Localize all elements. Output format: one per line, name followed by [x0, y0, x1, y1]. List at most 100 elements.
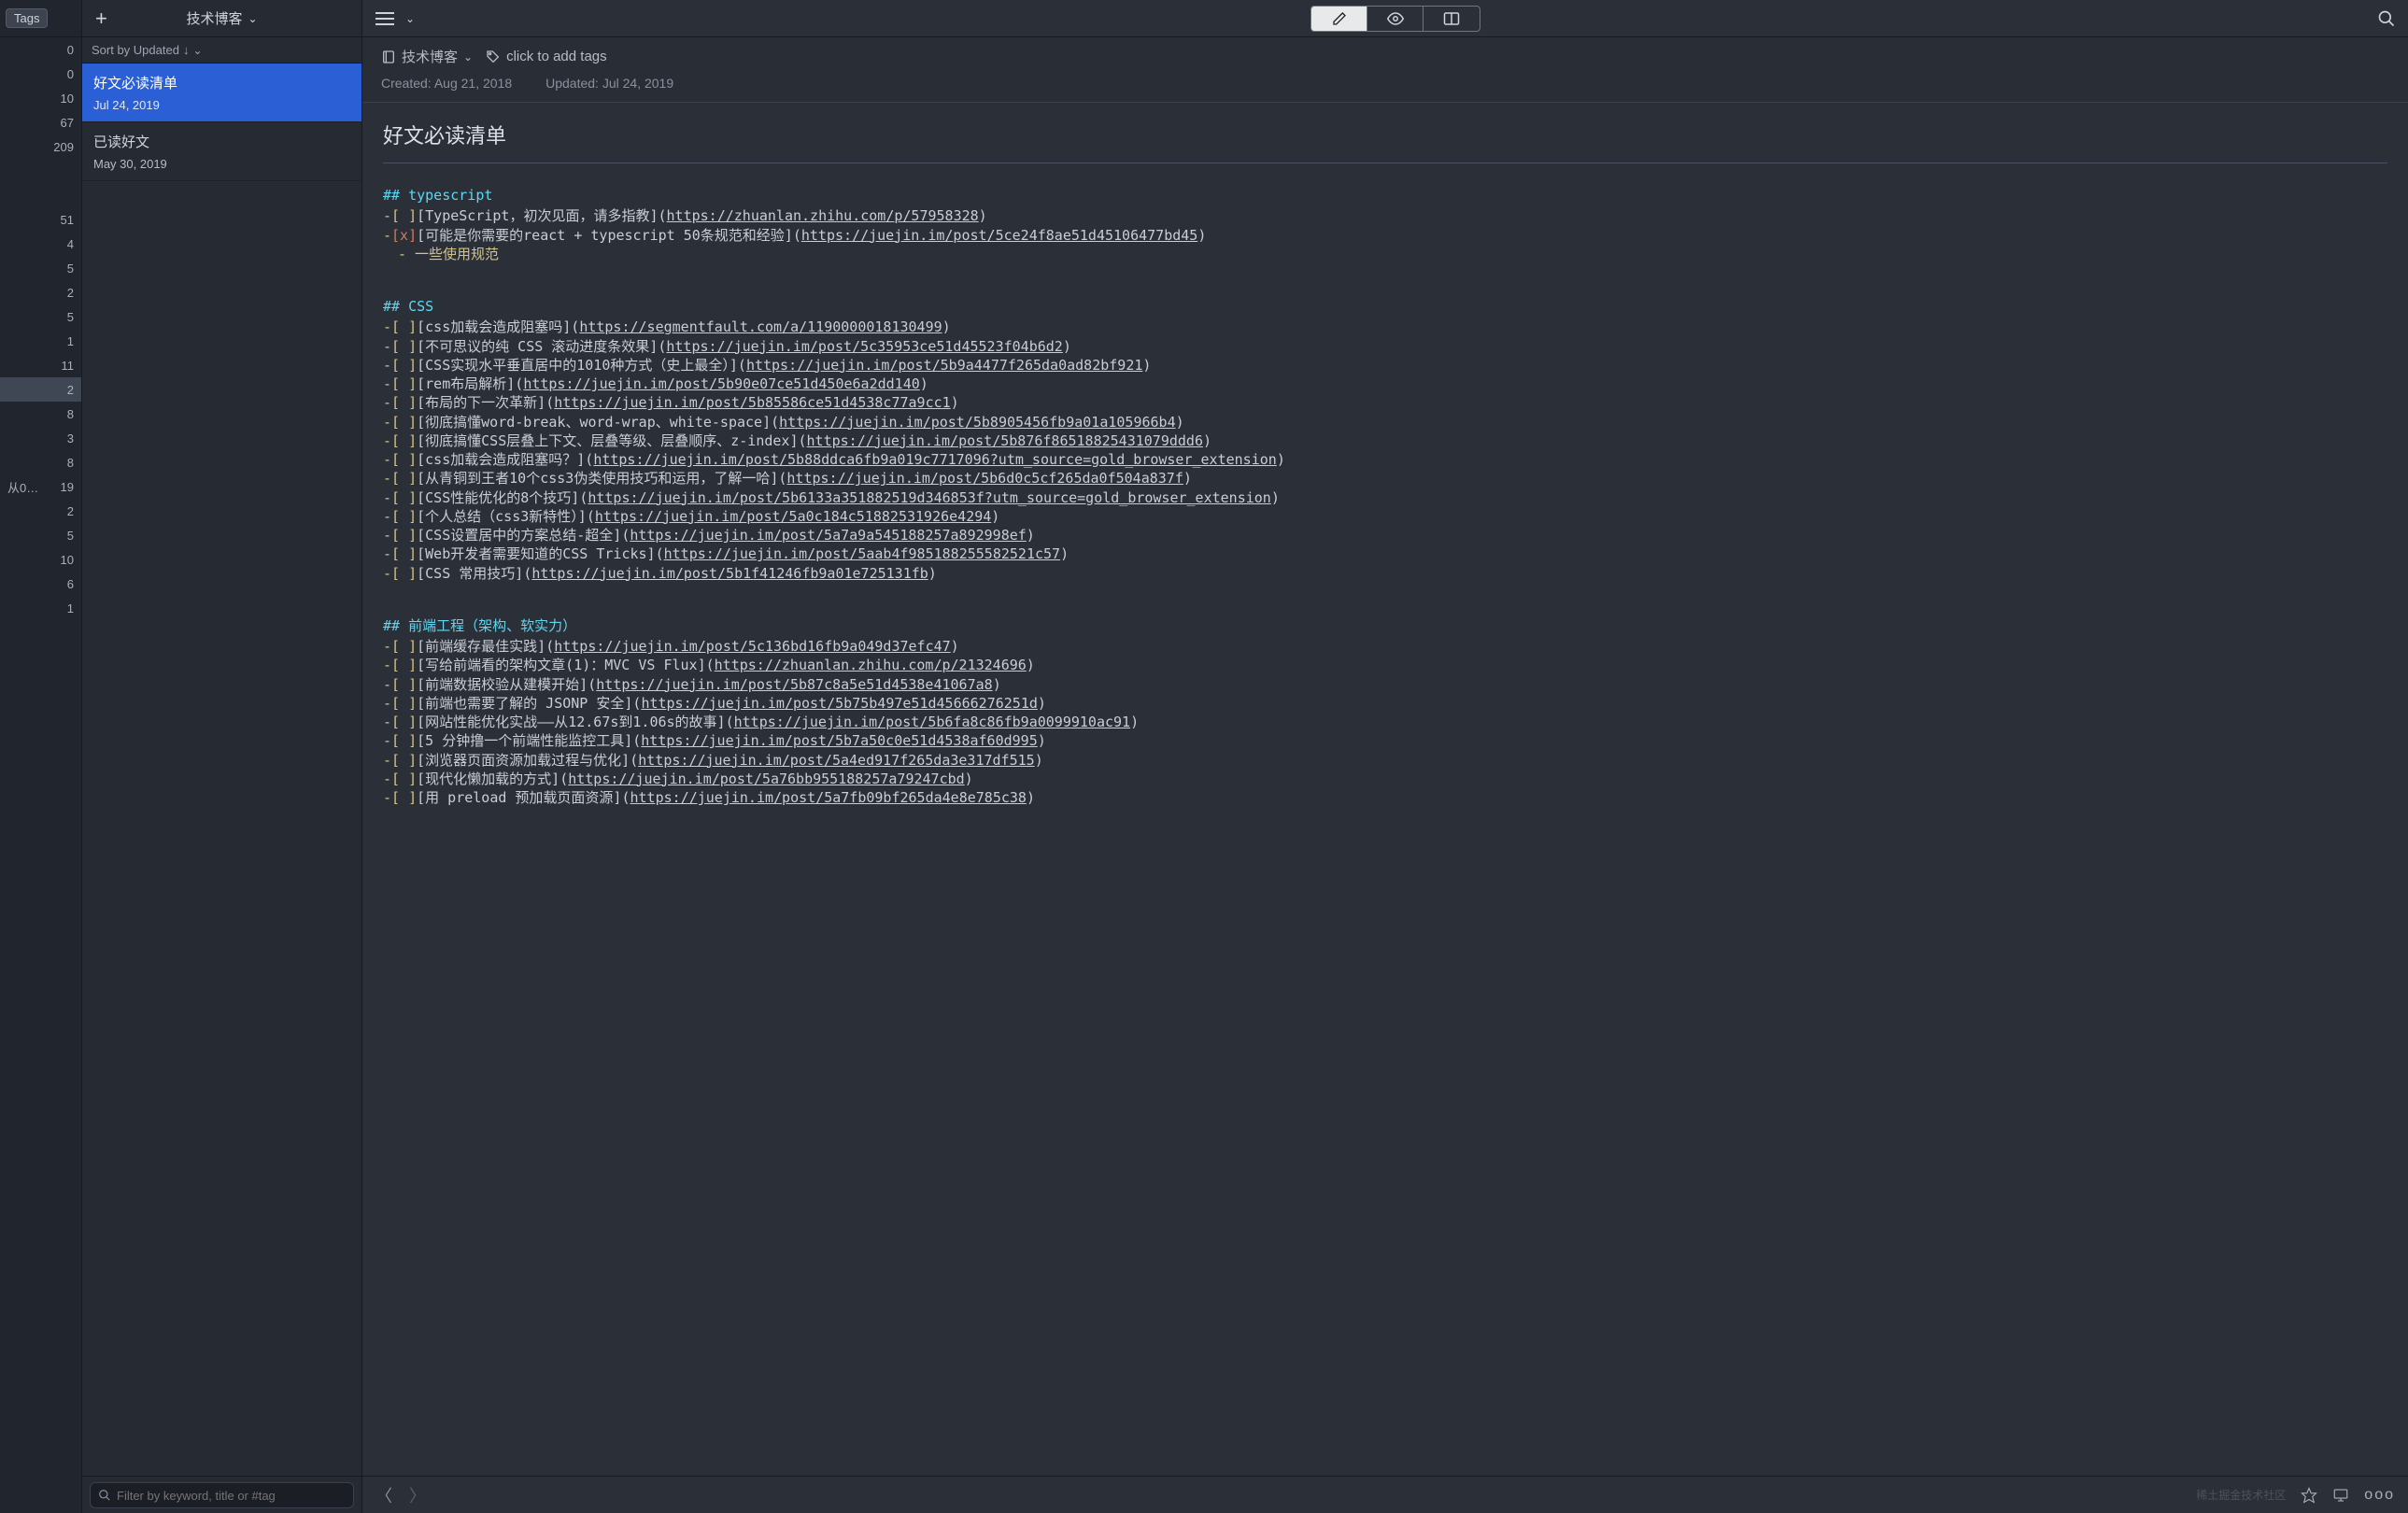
chevron-down-icon: ⌄ — [192, 44, 202, 57]
link[interactable]: https://juejin.im/post/5b6d0c5cf265da0f5… — [786, 469, 1183, 488]
created-label: Created: — [381, 76, 432, 91]
link[interactable]: https://juejin.im/post/5b8905456fb9a01a1… — [779, 413, 1175, 431]
tag-item[interactable]: 51 — [0, 207, 81, 232]
tag-item[interactable]: 8 — [0, 450, 81, 474]
link[interactable]: https://juejin.im/post/5a76bb955188257a7… — [568, 770, 964, 788]
link[interactable]: https://juejin.im/post/5b6fa8c86fb9a0099… — [734, 713, 1130, 731]
tag-count: 0 — [67, 67, 74, 81]
link[interactable]: https://juejin.im/post/5b87c8a5e51d4538e… — [596, 675, 992, 694]
link[interactable]: https://juejin.im/post/5b876f86518825431… — [807, 431, 1203, 450]
tag-item[interactable]: 1 — [0, 596, 81, 620]
tag-item[interactable]: 4 — [0, 232, 81, 256]
link[interactable]: https://segmentfault.com/a/1190000018130… — [579, 318, 942, 336]
tag-item[interactable]: 3 — [0, 426, 81, 450]
tag-item[interactable]: 8 — [0, 402, 81, 426]
markdown-indent: - 一些使用规范 — [383, 245, 2387, 263]
tag-item[interactable]: 1 — [0, 329, 81, 353]
markdown-list-item: - [ ] [css加载会造成阻塞吗](https://segmentfault… — [383, 318, 2387, 336]
markdown-list-item: - [ ] [个人总结（css3新特性）](https://juejin.im/… — [383, 507, 2387, 526]
link[interactable]: https://juejin.im/post/5c136bd16fb9a049d… — [554, 637, 950, 656]
view-mode-segmented — [1310, 6, 1480, 32]
sort-label: Sort by Updated — [92, 43, 179, 57]
note-item[interactable]: 已读好文May 30, 2019 — [82, 122, 361, 181]
link[interactable]: https://juejin.im/post/5a4ed917f265da3e3… — [638, 751, 1034, 770]
tag-count: 10 — [61, 553, 74, 567]
link[interactable]: https://juejin.im/post/5b6133a351882519d… — [588, 488, 1271, 507]
nav-back-button[interactable]: 〈 — [375, 1483, 392, 1507]
chevron-down-icon[interactable]: ⌄ — [248, 12, 257, 25]
tags-hint[interactable]: click to add tags — [486, 49, 607, 64]
tag-item[interactable]: 10 — [0, 86, 81, 110]
link[interactable]: https://juejin.im/post/5b1f41246fb9a01e7… — [531, 564, 928, 583]
tag-item[interactable]: 6 — [0, 572, 81, 596]
notebook-title[interactable]: 技术博客 — [186, 8, 242, 28]
tag-count: 2 — [67, 383, 74, 397]
markdown-list-item: - [ ] [前端也需要了解的 JSONP 安全](https://juejin… — [383, 694, 2387, 713]
sort-bar[interactable]: Sort by Updated ↓ ⌄ — [82, 37, 361, 64]
edit-mode-button[interactable] — [1311, 7, 1367, 31]
link[interactable]: https://juejin.im/post/5b75b497e51d45666… — [641, 694, 1037, 713]
tag-item[interactable]: 10 — [0, 547, 81, 572]
tag-item[interactable]: 5 — [0, 304, 81, 329]
link[interactable]: https://juejin.im/post/5b88ddca6fb9a019c… — [593, 450, 1277, 469]
preview-mode-button[interactable] — [1367, 7, 1424, 31]
editor-pane: ⌄ 技术博客 ⌄ — [362, 0, 2408, 1513]
markdown-list-item: - [x] [可能是你需要的react + typescript 50条规范和经… — [383, 226, 2387, 245]
tag-item[interactable]: 0 — [0, 62, 81, 86]
tag-count: 209 — [53, 140, 74, 154]
tag-item[interactable]: 从0到1...19 — [0, 474, 81, 499]
tags-header: Tags — [0, 0, 81, 37]
markdown-list-item: - [ ] [彻底搞懂CSS层叠上下文、层叠等级、层叠顺序、z-index](h… — [383, 431, 2387, 450]
search-icon[interactable] — [2376, 8, 2397, 29]
tag-item[interactable] — [0, 183, 81, 207]
markdown-list-item: - [ ] [浏览器页面资源加载过程与优化](https://juejin.im… — [383, 751, 2387, 770]
note-item[interactable]: 好文必读清单 Jul 24, 2019 — [82, 64, 361, 122]
tag-item[interactable]: 0 — [0, 37, 81, 62]
markdown-list-item: - [ ] [CSS实现水平垂直居中的1010种方式（史上最全）](https:… — [383, 356, 2387, 375]
link[interactable]: https://juejin.im/post/5b9a4477f265da0ad… — [746, 356, 1142, 375]
tag-count: 5 — [67, 262, 74, 276]
more-icon[interactable]: ooo — [2364, 1487, 2395, 1504]
link[interactable]: https://juejin.im/post/5b85586ce51d4538c… — [554, 393, 950, 412]
tag-item[interactable]: 11 — [0, 353, 81, 377]
filter-input[interactable] — [117, 1489, 346, 1503]
notebook-crumb[interactable]: 技术博客 ⌄ — [381, 47, 473, 66]
tag-item[interactable]: 5 — [0, 256, 81, 280]
watermark: 稀土掘金技术社区 — [2196, 1487, 2286, 1503]
markdown-list-item: - [ ] [不可思议的纯 CSS 滚动进度条效果](https://jueji… — [383, 337, 2387, 356]
chevron-down-icon[interactable]: ⌄ — [405, 12, 415, 25]
markdown-list-item: - [ ] [前端数据校验从建模开始](https://juejin.im/po… — [383, 675, 2387, 694]
tag-item[interactable]: 209 — [0, 134, 81, 159]
tag-item[interactable]: 2 — [0, 280, 81, 304]
link[interactable]: https://zhuanlan.zhihu.com/p/21324696 — [715, 656, 1027, 674]
link[interactable]: https://juejin.im/post/5a7fb09bf265da4e8… — [630, 788, 1027, 807]
tag-item[interactable]: 2 — [0, 499, 81, 523]
tag-item[interactable]: 5 — [0, 523, 81, 547]
link[interactable]: https://juejin.im/post/5a7a9a545188257a8… — [630, 526, 1026, 544]
link[interactable]: https://juejin.im/post/5b90e07ce51d450e6… — [523, 375, 919, 393]
link[interactable]: https://juejin.im/post/5b7a50c0e51d4538a… — [641, 731, 1037, 750]
link[interactable]: https://zhuanlan.zhihu.com/p/57958328 — [667, 206, 979, 225]
menu-icon[interactable] — [374, 8, 396, 29]
markdown-list-item: - [ ] [CSS 常用技巧](https://juejin.im/post/… — [383, 564, 2387, 583]
note-date: Jul 24, 2019 — [93, 98, 350, 112]
tag-item[interactable]: 2 — [0, 377, 81, 402]
note-title: 好文必读清单 — [93, 73, 350, 92]
chevron-down-icon: ⌄ — [463, 50, 473, 64]
tags-pill[interactable]: Tags — [6, 8, 48, 28]
star-icon[interactable] — [2301, 1487, 2317, 1504]
new-note-button[interactable]: + — [95, 7, 107, 31]
tag-item[interactable]: 67 — [0, 110, 81, 134]
link[interactable]: https://juejin.im/post/5ce24f8ae51d45106… — [801, 226, 1197, 245]
link[interactable]: https://juejin.im/post/5c35953ce51d45523… — [666, 337, 1062, 356]
search-icon — [98, 1489, 111, 1502]
presentation-icon[interactable] — [2332, 1487, 2349, 1504]
nav-forward-button[interactable]: 〉 — [409, 1483, 426, 1507]
editor-content[interactable]: 好文必读清单 ## typescript- [ ] [TypeScript，初次… — [362, 103, 2408, 1476]
link[interactable]: https://juejin.im/post/5aab4f98518825558… — [664, 544, 1060, 563]
sort-arrow-icon: ↓ — [183, 43, 190, 57]
link[interactable]: https://juejin.im/post/5a0c184c518825319… — [595, 507, 991, 526]
tag-item[interactable] — [0, 159, 81, 183]
document-title[interactable]: 好文必读清单 — [383, 120, 2387, 163]
split-mode-button[interactable] — [1424, 7, 1480, 31]
